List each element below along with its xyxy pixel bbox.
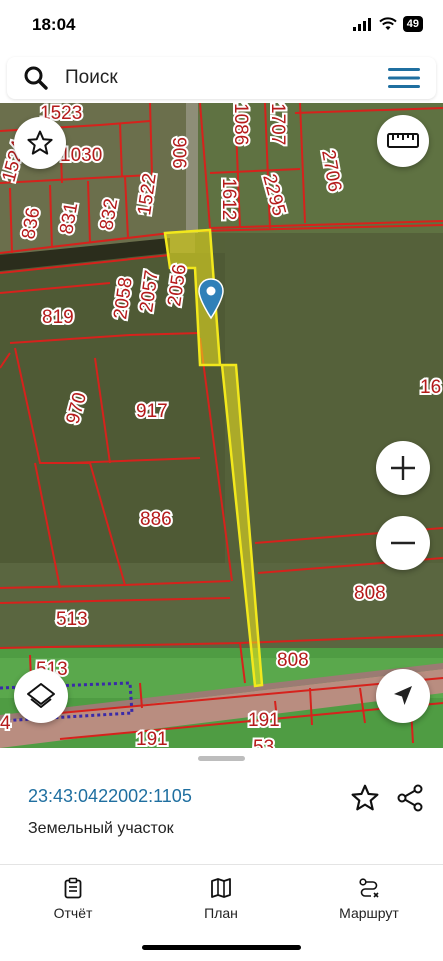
- layers-icon: [27, 683, 55, 708]
- plot-label: 191: [248, 710, 280, 731]
- share-icon[interactable]: [395, 783, 425, 813]
- parcel-type: Земельный участок: [28, 820, 174, 837]
- status-icons: 49: [352, 16, 423, 32]
- menu-icon[interactable]: [388, 66, 420, 90]
- battery-indicator: 49: [402, 16, 423, 32]
- route-icon: [359, 878, 379, 898]
- plot-label: 513: [56, 609, 88, 630]
- nav-route-label: Маршрут: [339, 905, 399, 921]
- parcel-info-sheet[interactable]: 23:43:0422002:1105 Земельный участок: [0, 748, 443, 864]
- nav-plan-label: План: [204, 905, 238, 921]
- plot-label: 906: [168, 137, 189, 169]
- sheet-grabber[interactable]: [198, 756, 245, 761]
- plot-label: 16: [420, 377, 441, 398]
- plot-label: 886: [140, 509, 172, 530]
- navigation-arrow-icon: [394, 686, 412, 705]
- ruler-button[interactable]: [377, 115, 429, 167]
- plot-label: 1030: [60, 145, 102, 166]
- nav-plan[interactable]: План: [166, 877, 276, 921]
- zoom-in-button[interactable]: [376, 441, 430, 495]
- plot-label: 191: [136, 729, 168, 748]
- plot-label: 808: [354, 583, 386, 604]
- favorite-button[interactable]: [14, 117, 66, 169]
- status-time: 18:04: [32, 15, 76, 34]
- home-indicator: [142, 945, 301, 950]
- layers-button[interactable]: [14, 669, 68, 723]
- status-bar: 18:04 49: [0, 0, 443, 54]
- wifi-icon: [379, 17, 397, 30]
- plot-label: 819: [42, 307, 74, 328]
- plot-label: 53: [253, 737, 274, 748]
- plus-icon: [391, 456, 415, 480]
- zoom-out-button[interactable]: [376, 516, 430, 570]
- plot-label: 1612: [218, 178, 239, 220]
- map-view[interactable]: 1523 1524 1030 836 831 832 1522 906 1086…: [0, 103, 443, 748]
- clipboard-icon: [64, 877, 82, 899]
- map-icon: [211, 878, 231, 898]
- nav-report[interactable]: Отчёт: [18, 877, 128, 921]
- plot-label: 917: [136, 401, 168, 422]
- plot-label: 4: [0, 713, 11, 734]
- signal-icon: [352, 18, 371, 31]
- cadastral-number[interactable]: 23:43:0422002:1105: [28, 786, 192, 807]
- nav-route[interactable]: Маршрут: [314, 877, 424, 921]
- cadastral-map[interactable]: 1523 1524 1030 836 831 832 1522 906 1086…: [0, 103, 443, 748]
- plot-label: 1086: [230, 103, 251, 145]
- nav-report-label: Отчёт: [53, 905, 93, 921]
- search-icon[interactable]: [23, 65, 49, 91]
- my-location-button[interactable]: [376, 669, 430, 723]
- search-bar: [7, 57, 436, 99]
- star-icon: [27, 130, 53, 155]
- plot-label: 808: [277, 650, 309, 671]
- ruler-icon: [387, 133, 419, 148]
- search-input[interactable]: [65, 63, 365, 93]
- bookmark-star-icon[interactable]: [350, 783, 380, 813]
- plot-label: 1707: [267, 103, 288, 145]
- minus-icon: [391, 541, 415, 545]
